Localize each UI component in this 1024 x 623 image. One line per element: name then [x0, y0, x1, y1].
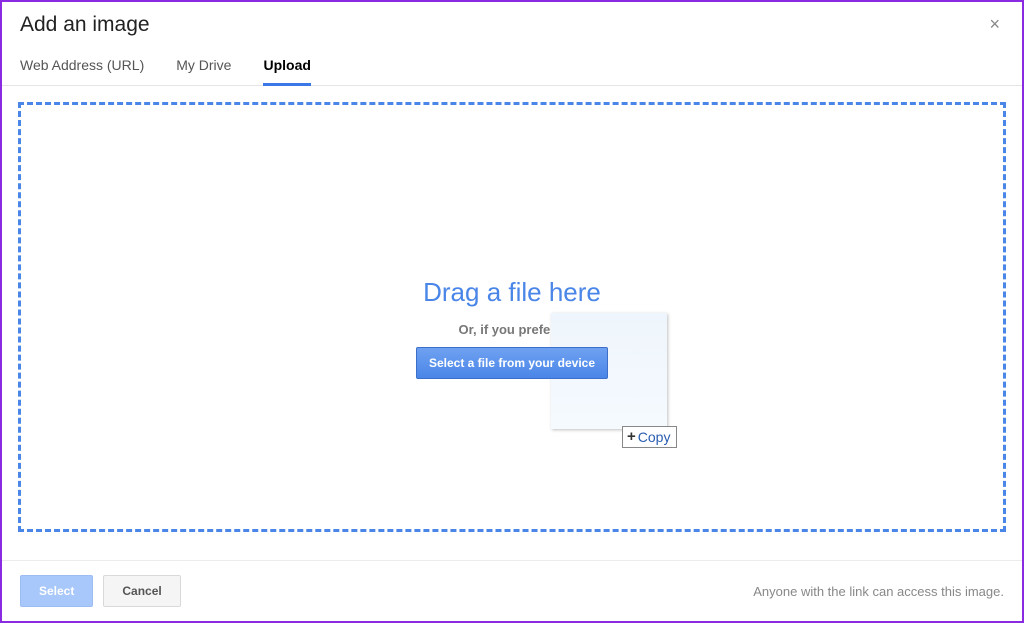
cancel-button[interactable]: Cancel: [103, 575, 180, 607]
plus-icon: +: [627, 428, 636, 445]
select-button[interactable]: Select: [20, 575, 93, 607]
copy-label: Copy: [638, 429, 671, 445]
prefer-text: Or, if you prefer...: [459, 322, 566, 337]
access-note: Anyone with the link can access this ima…: [753, 584, 1004, 599]
close-icon[interactable]: ×: [985, 12, 1004, 37]
dialog-footer: Select Cancel Anyone with the link can a…: [2, 560, 1022, 621]
select-file-button[interactable]: Select a file from your device: [416, 347, 608, 379]
tabs-bar: Web Address (URL) My Drive Upload: [2, 45, 1022, 86]
tab-upload[interactable]: Upload: [263, 57, 310, 85]
tab-my-drive[interactable]: My Drive: [176, 57, 231, 85]
drag-instruction-text: Drag a file here: [423, 277, 601, 308]
file-dropzone[interactable]: Drag a file here Or, if you prefer... Se…: [18, 102, 1006, 532]
dialog-title: Add an image: [20, 13, 150, 37]
tab-web-address[interactable]: Web Address (URL): [20, 57, 144, 85]
cursor-copy-badge: + Copy: [622, 426, 677, 448]
